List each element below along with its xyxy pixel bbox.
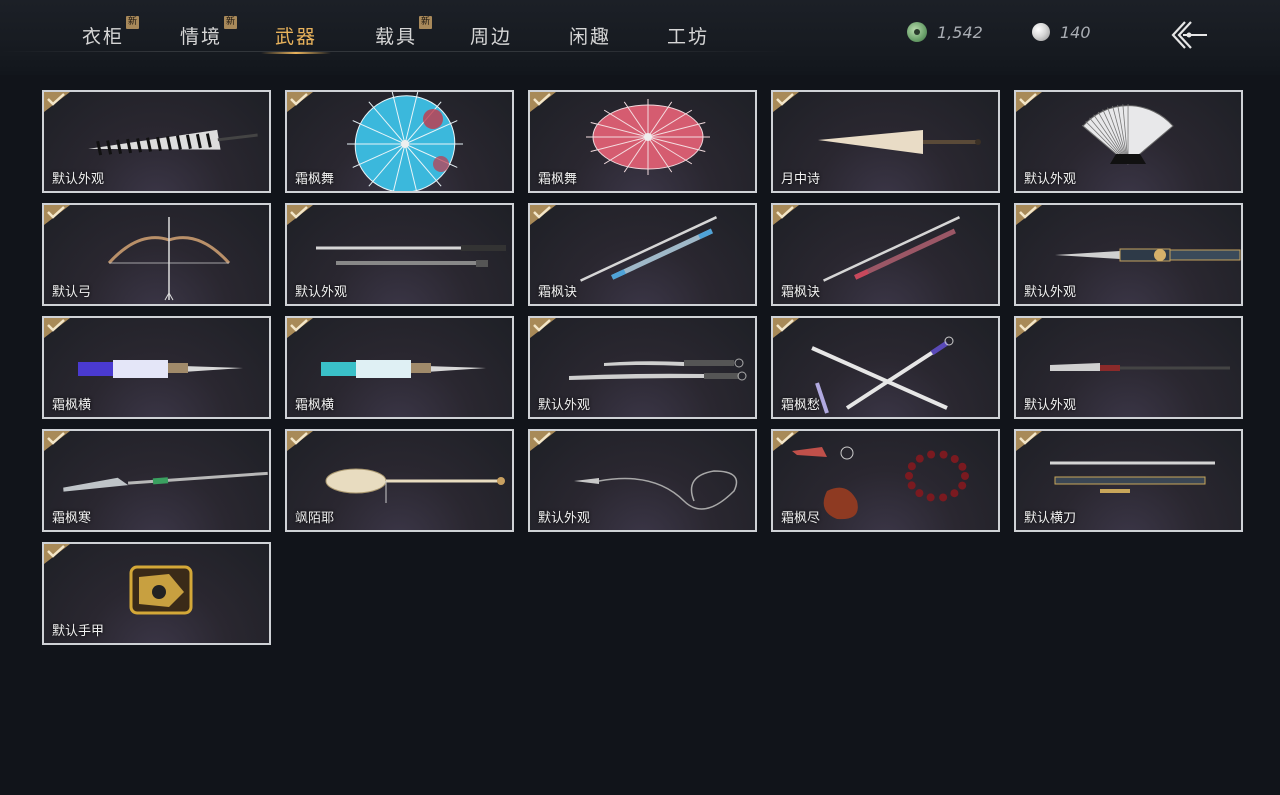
tab-label: 载具 [375, 26, 418, 48]
owned-check-icon [44, 205, 70, 225]
pearl-icon [1032, 23, 1050, 41]
tab-label: 情境 [180, 26, 223, 48]
weapon-name: 默认外观 [1024, 398, 1077, 413]
weapon-name: 默认外观 [1024, 285, 1077, 300]
owned-check-icon [287, 431, 313, 451]
active-tab-underline [261, 52, 332, 54]
jade-amount: 1,542 [937, 22, 983, 42]
owned-check-icon [773, 431, 799, 451]
jade-currency: 1,542 [907, 20, 983, 44]
owned-check-icon [44, 92, 70, 112]
tab-2[interactable]: 武器 [261, 22, 332, 54]
tab-label: 衣柜 [82, 26, 125, 48]
back-arrow-icon [1171, 21, 1207, 49]
owned-check-icon [773, 92, 799, 112]
weapon-card[interactable]: 默认外观 [1014, 203, 1243, 306]
weapon-name: 默认外观 [538, 398, 591, 413]
weapon-name: 默认外观 [295, 285, 348, 300]
pearl-currency: 140 [1032, 20, 1091, 44]
weapon-name: 霜枫诀 [538, 285, 578, 300]
weapon-card[interactable]: 霜枫舞 [285, 90, 514, 193]
weapon-card[interactable]: 默认外观 [1014, 316, 1243, 419]
new-badge: 新 [224, 16, 238, 29]
weapon-card[interactable]: 霜枫寒 [42, 429, 271, 532]
owned-check-icon [1016, 92, 1042, 112]
weapon-name: 默认外观 [1024, 172, 1077, 187]
owned-check-icon [287, 205, 313, 225]
weapon-name: 默认外观 [538, 511, 591, 526]
weapon-name: 霜枫愁 [781, 398, 821, 413]
weapon-name: 默认外观 [52, 172, 105, 187]
owned-check-icon [530, 92, 556, 112]
owned-check-icon [530, 205, 556, 225]
weapon-card[interactable]: 月中诗 [771, 90, 1000, 193]
owned-check-icon [287, 92, 313, 112]
owned-check-icon [1016, 205, 1042, 225]
weapon-card[interactable]: 霜枫横 [285, 316, 514, 419]
weapon-name: 霜枫舞 [295, 172, 335, 187]
weapon-card[interactable]: 默认横刀 [1014, 429, 1243, 532]
weapon-name: 飒陌耶 [295, 511, 335, 526]
tab-1[interactable]: 情境新 [180, 16, 238, 50]
top-navigation-bar: 衣柜新情境新武器 载具新周边 闲趣 工坊 1,542 140 [0, 0, 1280, 75]
tab-label: 周边 [470, 26, 513, 48]
owned-check-icon [530, 318, 556, 338]
new-badge: 新 [126, 16, 140, 29]
owned-check-icon [287, 318, 313, 338]
weapon-card[interactable]: 默认外观 [528, 429, 757, 532]
weapon-card[interactable]: 默认外观 [42, 90, 271, 193]
back-button[interactable] [1165, 16, 1211, 54]
tab-6[interactable]: 工坊 [667, 22, 709, 50]
owned-check-icon [530, 431, 556, 451]
nav-divider [0, 51, 790, 52]
weapon-card[interactable]: 默认弓 [42, 203, 271, 306]
weapon-card[interactable]: 默认外观 [285, 203, 514, 306]
weapon-name: 霜枫尽 [781, 511, 821, 526]
tab-5[interactable]: 闲趣 [569, 22, 611, 50]
owned-check-icon [44, 318, 70, 338]
tab-0[interactable]: 衣柜新 [82, 16, 140, 50]
jade-coin-icon [907, 22, 927, 42]
tab-3[interactable]: 载具新 [375, 16, 433, 50]
weapon-card[interactable]: 霜枫横 [42, 316, 271, 419]
weapon-card[interactable]: 飒陌耶 [285, 429, 514, 532]
new-badge: 新 [419, 16, 433, 29]
tab-label: 工坊 [667, 26, 710, 48]
tab-4[interactable]: 周边 [470, 22, 512, 50]
weapon-card[interactable]: 霜枫舞 [528, 90, 757, 193]
weapon-card[interactable]: 默认外观 [1014, 90, 1243, 193]
weapon-name: 霜枫舞 [538, 172, 578, 187]
weapon-name: 默认横刀 [1024, 511, 1077, 526]
weapon-name: 霜枫横 [295, 398, 335, 413]
owned-check-icon [1016, 431, 1042, 451]
weapon-name: 默认弓 [52, 285, 92, 300]
weapon-card[interactable]: 霜枫诀 [528, 203, 757, 306]
owned-check-icon [1016, 318, 1042, 338]
weapon-name: 霜枫横 [52, 398, 92, 413]
weapon-card[interactable]: 默认手甲 [42, 542, 271, 645]
weapon-card[interactable]: 霜枫诀 [771, 203, 1000, 306]
pearl-amount: 140 [1060, 22, 1091, 42]
weapon-card[interactable]: 霜枫愁 [771, 316, 1000, 419]
owned-check-icon [44, 431, 70, 451]
owned-check-icon [44, 544, 70, 564]
owned-check-icon [773, 205, 799, 225]
owned-check-icon [773, 318, 799, 338]
weapon-name: 月中诗 [781, 172, 821, 187]
tab-label: 闲趣 [569, 26, 612, 48]
weapon-card[interactable]: 默认外观 [528, 316, 757, 419]
tab-label: 武器 [275, 26, 318, 48]
weapon-card[interactable]: 霜枫尽 [771, 429, 1000, 532]
weapon-name: 默认手甲 [52, 624, 105, 639]
weapon-name: 霜枫诀 [781, 285, 821, 300]
weapon-name: 霜枫寒 [52, 511, 92, 526]
